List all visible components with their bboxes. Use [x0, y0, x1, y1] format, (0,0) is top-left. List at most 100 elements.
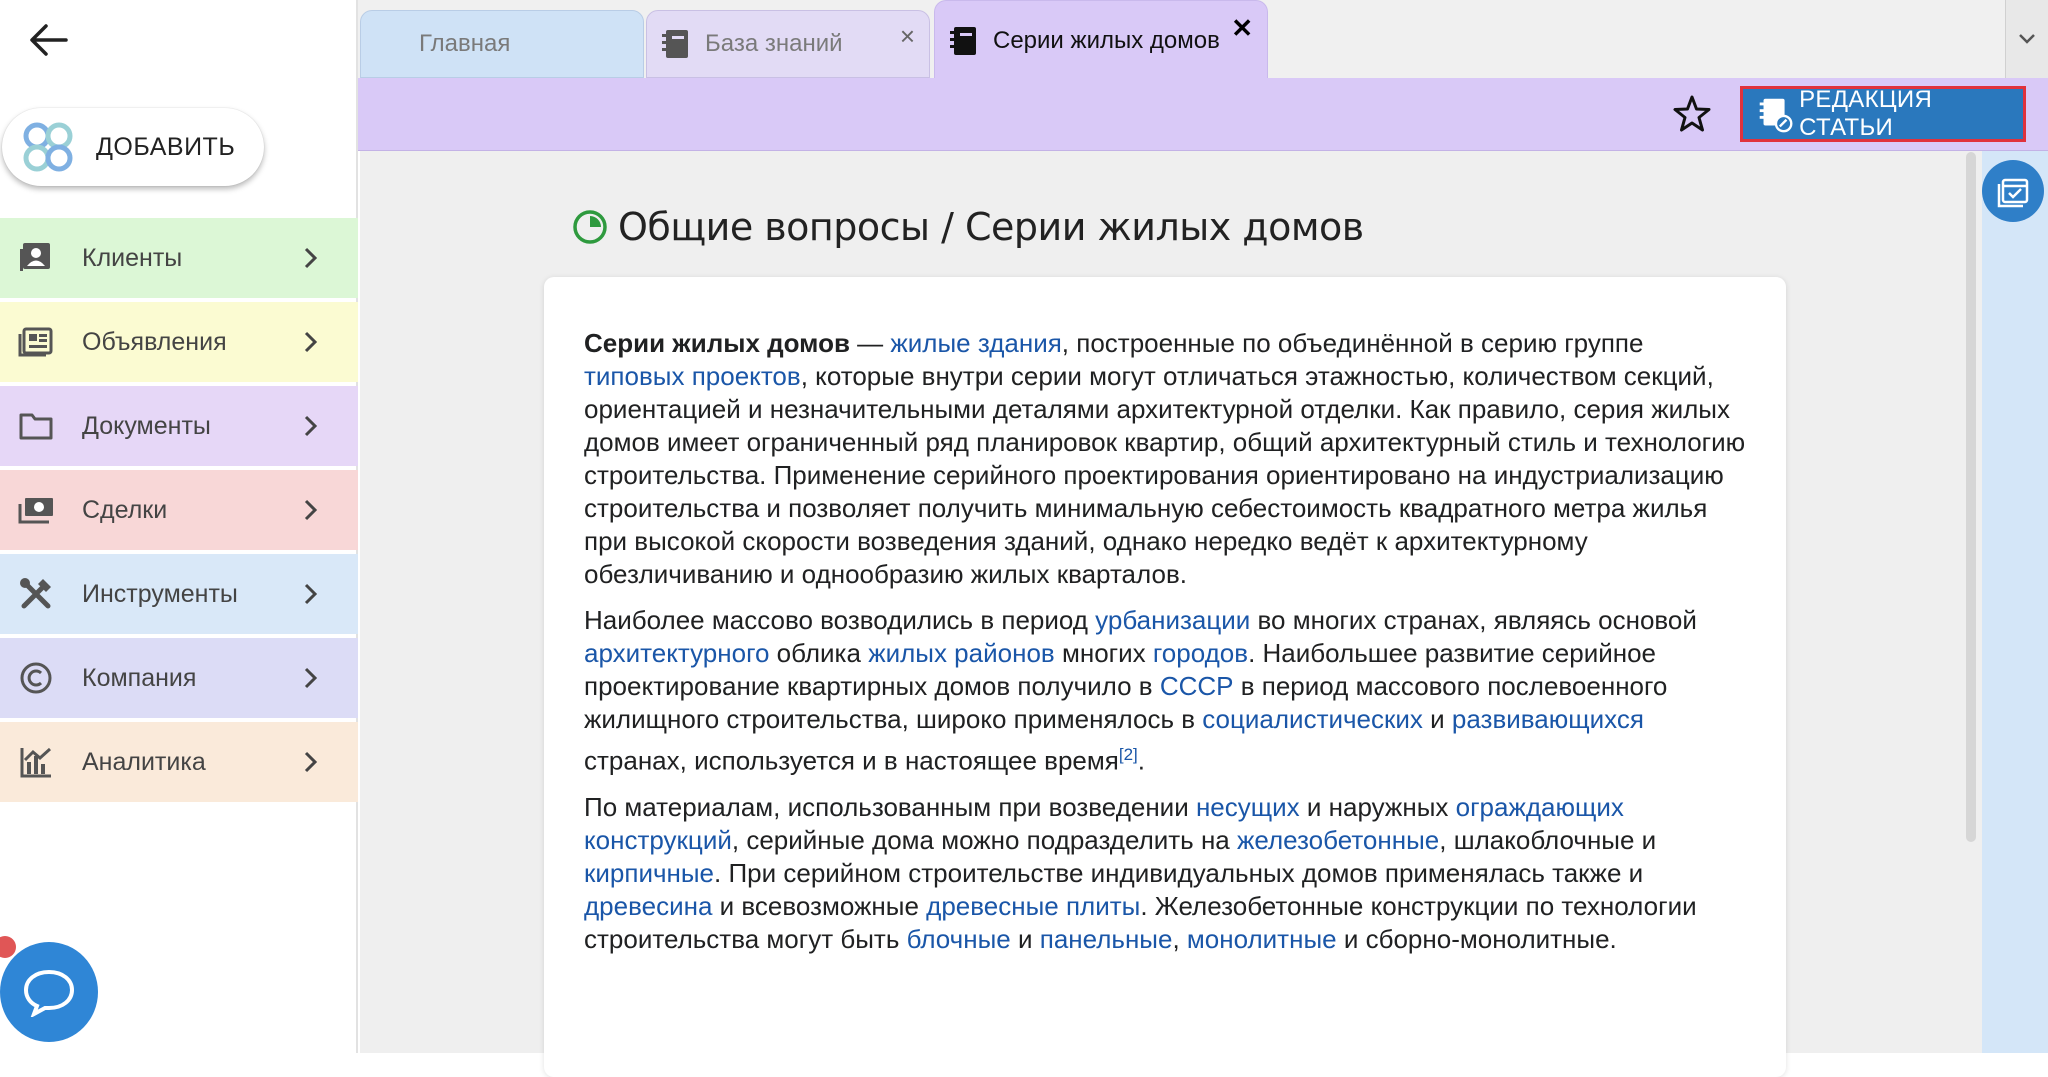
sidebar-item-documents[interactable]: Документы	[0, 386, 358, 466]
link[interactable]: несущих	[1196, 792, 1300, 822]
tab-housing-series[interactable]: Серии жилых домов ✕	[934, 0, 1268, 80]
link[interactable]: СССР	[1160, 671, 1234, 701]
link[interactable]: городов	[1153, 638, 1248, 668]
article-paragraph: По материалам, использованным при возвед…	[584, 791, 1746, 956]
sidebar-item-tools[interactable]: Инструменты	[0, 554, 358, 634]
text-run: и всевозможные	[712, 890, 927, 921]
article-term: Серии жилых домов	[584, 328, 850, 358]
page-title: Общие вопросы / Серии жилых домов	[572, 205, 1364, 249]
chevron-right-icon	[304, 247, 318, 269]
link[interactable]: жилых районов	[868, 638, 1055, 668]
calendar-button[interactable]	[1982, 160, 2044, 222]
link[interactable]: древесные плиты	[926, 891, 1140, 921]
text-run: —	[849, 328, 891, 358]
text-run: многих	[1054, 638, 1153, 668]
sidebar-item-clients[interactable]: Клиенты	[0, 218, 358, 298]
reference-link[interactable]: [2]	[1119, 745, 1138, 764]
tab-label: Серии жилых домов	[993, 26, 1220, 54]
sidebar-item-label: Компания	[82, 663, 197, 692]
back-arrow-icon[interactable]	[26, 20, 72, 60]
copyright-icon	[16, 658, 56, 698]
edit-article-button[interactable]: РЕДАКЦИЯ СТАТЬИ	[1740, 86, 2026, 142]
link[interactable]: типовых проектов	[584, 361, 801, 391]
text-run: , построенные по объединённой в серию гр…	[1061, 328, 1644, 358]
sidebar-item-listings[interactable]: Объявления	[0, 302, 358, 382]
text-run: и	[1422, 704, 1452, 734]
tab-label: База знаний	[705, 30, 843, 57]
link[interactable]: социалистических	[1202, 704, 1423, 734]
sidebar-item-label: Сделки	[82, 495, 168, 524]
sidebar-item-analytics[interactable]: Аналитика	[0, 722, 358, 802]
tab-home[interactable]: Главная	[360, 10, 644, 78]
notebook-icon	[950, 26, 976, 55]
link[interactable]: железобетонные	[1237, 825, 1439, 855]
article-paragraph: Серии жилых домов — жилые здания, постро…	[584, 327, 1746, 591]
sidebar-item-label: Клиенты	[82, 243, 183, 272]
right-rail	[1982, 151, 2048, 1053]
sidebar-item-company[interactable]: Компания	[0, 638, 358, 718]
text-run: По материалам, использованным при возвед…	[584, 791, 1196, 822]
favorite-button[interactable]	[1670, 92, 1714, 136]
chevron-right-icon	[304, 499, 318, 521]
close-icon[interactable]: ✕	[1231, 13, 1253, 44]
article-toolbar: РЕДАКЦИЯ СТАТЬИ	[358, 78, 2048, 151]
text-run: облика	[769, 638, 869, 668]
sidebar-item-label: Документы	[82, 411, 211, 440]
tools-icon	[16, 574, 56, 614]
link[interactable]: древесина	[584, 891, 712, 921]
sidebar-item-deals[interactable]: Сделки	[0, 470, 358, 550]
tabs-dropdown-button[interactable]	[2005, 0, 2048, 78]
chevron-right-icon	[304, 331, 318, 353]
chevron-down-icon	[2019, 34, 2035, 44]
contacts-icon	[16, 238, 56, 278]
money-icon	[16, 490, 56, 530]
link[interactable]: развивающихся	[1452, 704, 1644, 734]
add-button-label: ДОБАВИТЬ	[96, 132, 236, 161]
link[interactable]: монолитные	[1187, 924, 1337, 954]
text-run: , которые внутри серии могут отличаться …	[584, 361, 1746, 589]
text-run: и сборно-монолитные.	[1336, 923, 1617, 954]
link[interactable]: кирпичные	[584, 858, 714, 888]
text-run: во многих странах, являясь основой	[1250, 605, 1697, 635]
article-paragraph: Наиболее массово возводились в период ур…	[584, 604, 1746, 778]
chevron-right-icon	[304, 415, 318, 437]
chat-bubble-icon	[23, 969, 75, 1017]
link[interactable]: блочные	[907, 924, 1011, 954]
chevron-right-icon	[304, 667, 318, 689]
listing-icon	[16, 322, 56, 362]
tab-bar: Главная База знаний × Серии жилых домов …	[358, 0, 2048, 80]
chat-button[interactable]	[0, 942, 98, 1042]
chevron-right-icon	[304, 583, 318, 605]
tab-label: Главная	[419, 30, 511, 57]
scrollbar[interactable]	[1966, 152, 1976, 842]
link[interactable]: жилые здания	[890, 328, 1061, 358]
close-icon[interactable]: ×	[900, 21, 915, 52]
text-run: , шлакоблочные и	[1439, 824, 1657, 855]
add-button[interactable]: ДОБАВИТЬ	[2, 108, 264, 186]
text-run: ,	[1172, 923, 1187, 954]
link[interactable]: урбанизации	[1095, 605, 1250, 635]
sidebar-item-label: Инструменты	[82, 579, 238, 608]
text-run: Наиболее массово возводились в период	[584, 605, 1096, 635]
analytics-icon	[16, 742, 56, 782]
sidebar: ДОБАВИТЬ Клиенты Объявления Документы Сд…	[0, 0, 358, 1053]
sidebar-item-label: Аналитика	[82, 747, 206, 776]
calendar-check-icon	[1997, 178, 2029, 208]
add-logo-icon	[23, 122, 73, 172]
article-body: Серии жилых домов — жилые здания, постро…	[544, 277, 1786, 1077]
text-run: .	[1137, 745, 1145, 776]
folder-icon	[16, 406, 56, 446]
progress-pie-icon	[573, 210, 607, 244]
link[interactable]: архитектурного	[584, 638, 769, 668]
link[interactable]: панельные	[1040, 924, 1173, 954]
notebook-icon	[662, 30, 688, 58]
page-title-text: Общие вопросы / Серии жилых домов	[618, 205, 1364, 249]
text-run: . При серийном строительстве индивидуаль…	[714, 857, 1644, 888]
text-run: странах, используется и в настоящее врем…	[584, 745, 1119, 776]
tab-knowledge-base[interactable]: База знаний ×	[646, 10, 930, 78]
text-run: , серийные дома можно подразделить на	[731, 824, 1237, 855]
notification-dot	[0, 936, 16, 958]
text-run: и	[1010, 923, 1040, 954]
sidebar-item-label: Объявления	[82, 327, 227, 356]
text-run: и наружных	[1299, 791, 1456, 822]
